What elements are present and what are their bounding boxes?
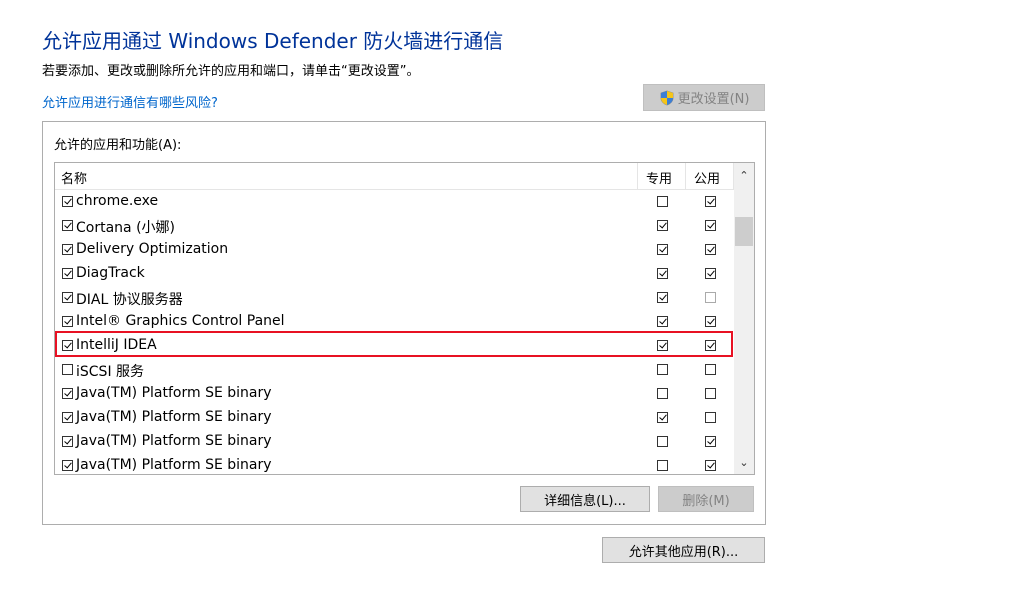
scroll-down-icon[interactable]: ⌄ [734,450,754,474]
private-checkbox[interactable] [657,220,668,231]
list-item[interactable]: DiagTrack [55,262,735,286]
list-header: 名称 专用 公用 [55,163,735,190]
list-item[interactable]: Java(TM) Platform SE binary [55,382,735,406]
list-item[interactable]: iSCSI 服务 [55,358,735,382]
app-name: Delivery Optimization [76,241,229,257]
private-checkbox[interactable] [657,244,668,255]
public-checkbox[interactable] [705,340,716,351]
private-checkbox[interactable] [657,340,668,351]
private-checkbox[interactable] [657,436,668,447]
app-name: iSCSI 服务 [76,364,145,380]
app-name: Java(TM) Platform SE binary [76,385,272,401]
list-item[interactable]: Java(TM) Platform SE binary [55,406,735,430]
risk-info-link[interactable]: 允许应用进行通信有哪些风险? [42,92,218,111]
change-settings-label: 更改设置(N) [677,92,750,107]
delete-button[interactable]: 删除(M) [658,486,754,512]
enable-checkbox[interactable] [62,292,73,303]
enable-checkbox[interactable] [62,196,73,207]
uac-shield-icon [660,90,673,105]
private-checkbox[interactable] [657,412,668,423]
enable-checkbox[interactable] [62,244,73,255]
private-checkbox[interactable] [657,388,668,399]
list-item[interactable]: chrome.exe [55,190,735,214]
app-name: Intel® Graphics Control Panel [76,313,285,329]
enable-checkbox[interactable] [62,364,73,375]
private-checkbox[interactable] [657,364,668,375]
list-item[interactable]: IntelliJ IDEA [55,334,735,358]
list-item[interactable]: Java(TM) Platform SE binary [55,430,735,454]
enable-checkbox[interactable] [62,316,73,327]
details-button[interactable]: 详细信息(L)... [520,486,650,512]
private-checkbox[interactable] [657,292,668,303]
list-item[interactable]: Java(TM) Platform SE binary [55,454,735,474]
list-item[interactable]: Delivery Optimization [55,238,735,262]
list-scrollbar[interactable]: ⌃ ⌄ [734,163,754,474]
enable-checkbox[interactable] [62,436,73,447]
list-item[interactable]: Cortana (小娜) [55,214,735,238]
scroll-up-icon[interactable]: ⌃ [734,163,754,187]
public-checkbox[interactable] [705,436,716,447]
public-checkbox[interactable] [705,220,716,231]
allowed-apps-label: 允许的应用和功能(A): [54,138,182,153]
scrollbar-thumb[interactable] [735,217,753,246]
app-name: Java(TM) Platform SE binary [76,409,272,425]
enable-checkbox[interactable] [62,388,73,399]
list-item[interactable]: DIAL 协议服务器 [55,286,735,310]
private-checkbox[interactable] [657,316,668,327]
private-checkbox[interactable] [657,268,668,279]
public-checkbox[interactable] [705,412,716,423]
change-settings-button[interactable]: 更改设置(N) [643,84,765,111]
public-checkbox[interactable] [705,268,716,279]
list-item[interactable]: Intel® Graphics Control Panel [55,310,735,334]
public-checkbox[interactable] [705,196,716,207]
public-checkbox[interactable] [705,460,716,471]
enable-checkbox[interactable] [62,460,73,471]
enable-checkbox[interactable] [62,220,73,231]
private-checkbox[interactable] [657,196,668,207]
app-name: IntelliJ IDEA [76,337,157,353]
public-checkbox[interactable] [705,244,716,255]
public-checkbox[interactable] [705,364,716,375]
app-name: DiagTrack [76,265,145,281]
public-checkbox[interactable] [705,292,716,303]
app-name: Java(TM) Platform SE binary [76,433,272,449]
column-header-name[interactable]: 名称 [61,168,87,187]
private-checkbox[interactable] [657,460,668,471]
column-header-private[interactable]: 专用 [646,168,672,187]
app-name: Java(TM) Platform SE binary [76,457,272,473]
app-name: chrome.exe [76,193,159,209]
app-name: Cortana (小娜) [76,220,175,236]
page-title: 允许应用通过 Windows Defender 防火墙进行通信 [42,29,504,53]
column-header-public[interactable]: 公用 [694,168,720,187]
allow-other-app-button[interactable]: 允许其他应用(R)... [602,537,765,563]
public-checkbox[interactable] [705,388,716,399]
enable-checkbox[interactable] [62,340,73,351]
enable-checkbox[interactable] [62,268,73,279]
allowed-apps-list[interactable]: 名称 专用 公用 chrome.exe Cortana (小娜) Delivery … [54,162,755,475]
enable-checkbox[interactable] [62,412,73,423]
page-subtitle: 若要添加、更改或删除所允许的应用和端口，请单击“更改设置”。 [42,64,420,79]
public-checkbox[interactable] [705,316,716,327]
app-name: DIAL 协议服务器 [76,292,183,308]
